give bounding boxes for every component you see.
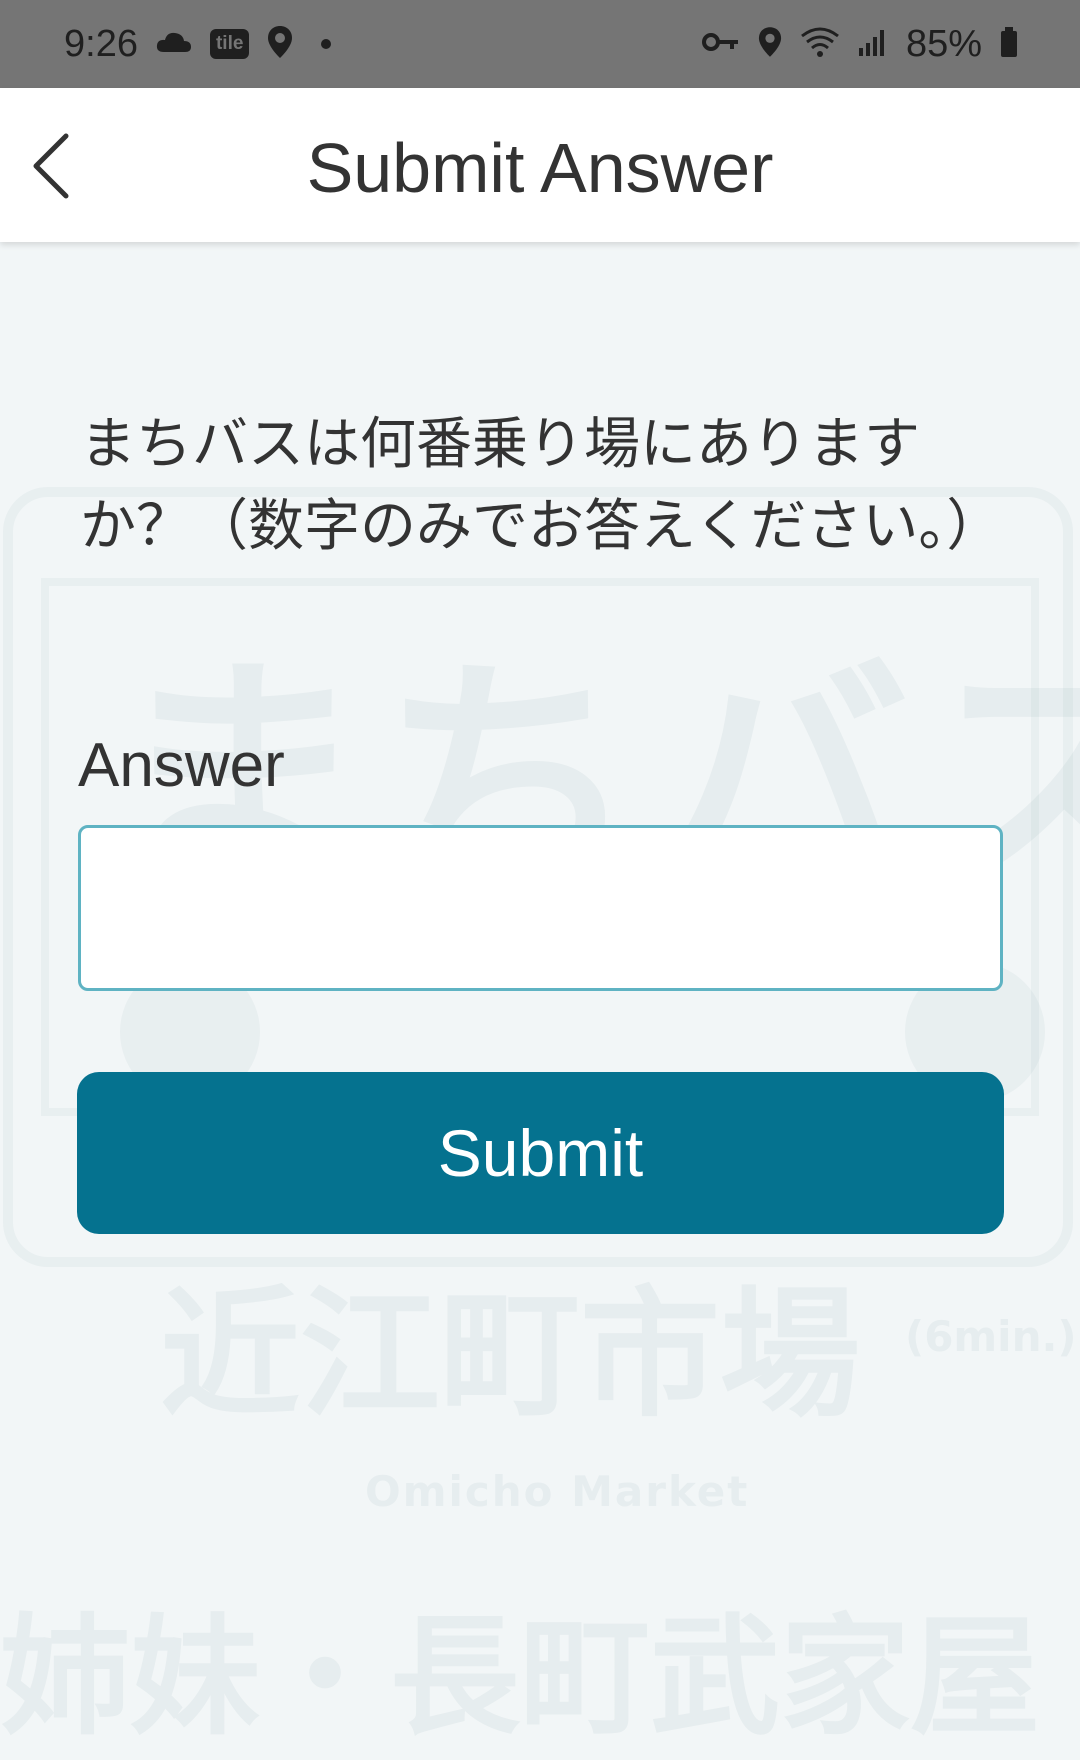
status-bar-left: 9:26 tile	[64, 22, 332, 66]
tile-app-icon: tile	[209, 29, 250, 59]
answer-label: Answer	[78, 731, 285, 800]
location-pin-icon	[267, 25, 293, 63]
battery-percent: 85%	[905, 22, 982, 65]
wifi-icon	[800, 26, 840, 62]
battery-icon	[1000, 27, 1018, 61]
question-text: まちバスは何番乗り場にありますか？（数字のみでお答えください。）	[80, 412, 1003, 559]
answer-input[interactable]	[78, 825, 1003, 991]
location-pin-icon	[758, 26, 782, 62]
status-bar: 9:26 tile 85%	[0, 0, 1080, 88]
notification-dot-icon	[321, 39, 332, 49]
app-header: Submit Answer	[0, 88, 1080, 242]
page-title: Submit Answer	[306, 129, 774, 207]
status-bar-right: 85%	[701, 22, 1018, 66]
status-time: 9:26	[64, 22, 138, 65]
cloud-icon	[156, 30, 192, 58]
submit-button[interactable]: Submit	[77, 1072, 1004, 1234]
vpn-key-icon	[701, 31, 740, 57]
main-content: まちバスは何番乗り場にありますか？（数字のみでお答えください。） Answer …	[0, 242, 1080, 1665]
signal-icon	[858, 28, 888, 60]
